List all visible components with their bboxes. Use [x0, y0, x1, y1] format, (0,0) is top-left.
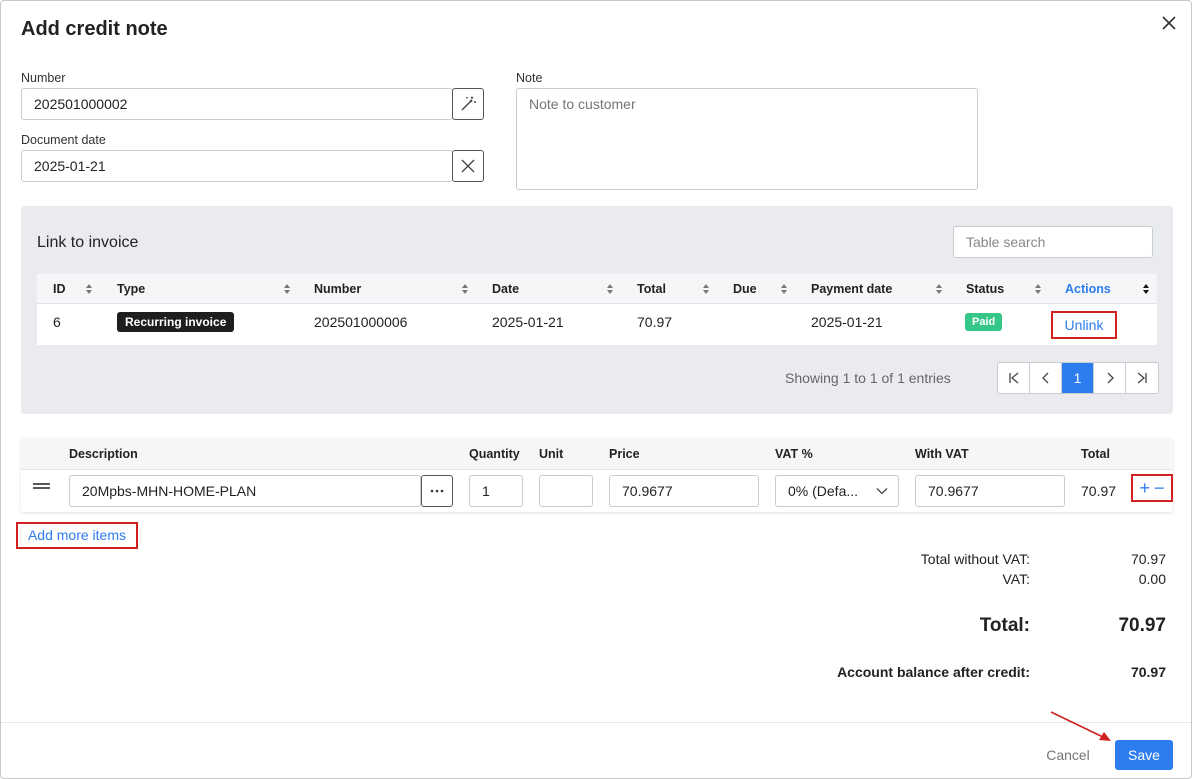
item-price-input[interactable]: 70.9677: [609, 475, 759, 507]
save-button[interactable]: Save: [1115, 740, 1173, 770]
invoice-table: ID Type Number Date Total Due Payment da…: [37, 274, 1157, 345]
add-more-items-button[interactable]: Add more items: [16, 522, 138, 549]
sort-icon[interactable]: [606, 283, 614, 295]
col-total[interactable]: Total: [637, 282, 666, 296]
col-unit: Unit: [539, 447, 564, 461]
entries-info: Showing 1 to 1 of 1 entries: [785, 370, 951, 386]
total-without-vat-label: Total without VAT:: [920, 551, 1030, 567]
item-description-input[interactable]: 20Mpbs-MHN-HOME-PLAN: [69, 475, 421, 507]
balance-value: 70.97: [1130, 664, 1166, 680]
col-number[interactable]: Number: [314, 282, 361, 296]
note-textarea[interactable]: [516, 88, 978, 190]
row-date: 2025-01-21: [492, 314, 564, 330]
col-actions[interactable]: Actions: [1065, 282, 1111, 296]
prev-page-button[interactable]: [1030, 363, 1062, 393]
item-unit-input[interactable]: [539, 475, 593, 507]
document-date-input[interactable]: 2025-01-21: [21, 150, 453, 182]
add-credit-note-dialog: Add credit note Number 202501000002 Docu…: [0, 0, 1192, 779]
row-payment-date: 2025-01-21: [811, 314, 883, 330]
footer-divider: [1, 722, 1191, 723]
total-label: Total:: [979, 615, 1030, 636]
col-status[interactable]: Status: [966, 282, 1004, 296]
col-due[interactable]: Due: [733, 282, 757, 296]
chevron-right-icon: [1107, 372, 1114, 384]
pagination: 1: [997, 362, 1159, 394]
vat-label: VAT:: [1002, 571, 1031, 587]
type-badge: Recurring invoice: [117, 312, 235, 332]
col-id[interactable]: ID: [53, 282, 66, 296]
chevron-left-icon: [1041, 372, 1048, 384]
col-vat: VAT %: [775, 447, 813, 461]
first-page-button[interactable]: [998, 363, 1030, 393]
generate-number-button[interactable]: [452, 88, 484, 120]
row-number: 202501000006: [314, 314, 408, 330]
balance-label: Account balance after credit:: [837, 664, 1030, 680]
invoice-table-header: ID Type Number Date Total Due Payment da…: [37, 274, 1157, 304]
drag-handle-icon[interactable]: [33, 482, 50, 490]
status-badge: Paid: [965, 313, 1003, 331]
next-page-button[interactable]: [1094, 363, 1126, 393]
sort-icon[interactable]: [283, 283, 291, 295]
chevron-down-icon: [876, 488, 888, 495]
items-table-header: Description Quantity Unit Price VAT % Wi…: [21, 438, 1173, 470]
sort-icon[interactable]: [461, 283, 469, 295]
sort-icon[interactable]: [1034, 283, 1042, 295]
last-page-button[interactable]: [1126, 363, 1158, 393]
items-table: Description Quantity Unit Price VAT % Wi…: [21, 438, 1173, 512]
item-options-button[interactable]: [421, 475, 453, 507]
more-dots-icon: [430, 489, 444, 493]
col-payment-date[interactable]: Payment date: [811, 282, 892, 296]
number-input[interactable]: 202501000002: [21, 88, 453, 120]
total-value: 70.97: [1118, 615, 1166, 636]
col-with-vat: With VAT: [915, 447, 969, 461]
row-total: 70.97: [637, 314, 673, 330]
col-description: Description: [69, 447, 138, 461]
row-id: 6: [53, 314, 61, 330]
vat-value: 0.00: [1138, 571, 1166, 587]
close-icon[interactable]: [1159, 13, 1179, 33]
cancel-button[interactable]: Cancel: [1035, 740, 1101, 770]
page-button-1[interactable]: 1: [1062, 363, 1094, 393]
sort-icon[interactable]: [935, 283, 943, 295]
plus-icon[interactable]: +: [1139, 479, 1150, 497]
unlink-button[interactable]: Unlink: [1051, 311, 1117, 339]
last-page-icon: [1137, 372, 1147, 384]
item-vat-select[interactable]: 0% (Defa...: [775, 475, 899, 507]
sort-icon[interactable]: [85, 283, 93, 295]
sort-icon[interactable]: [1142, 283, 1150, 295]
table-search-input[interactable]: [953, 226, 1153, 258]
item-quantity-input[interactable]: 1: [469, 475, 523, 507]
item-total: 70.97: [1081, 483, 1117, 499]
minus-icon[interactable]: −: [1154, 479, 1165, 497]
add-remove-row-controls: + −: [1131, 474, 1173, 502]
sort-icon[interactable]: [702, 283, 710, 295]
col-type[interactable]: Type: [117, 282, 145, 296]
first-page-icon: [1008, 372, 1018, 384]
total-without-vat-value: 70.97: [1130, 551, 1166, 567]
col-quantity: Quantity: [469, 447, 520, 461]
note-label: Note: [516, 71, 543, 85]
sort-icon[interactable]: [780, 283, 788, 295]
link-to-invoice-title: Link to invoice: [37, 234, 139, 251]
link-to-invoice-panel: Link to invoice ID Type Number Date Tota…: [21, 206, 1173, 414]
document-date-label: Document date: [21, 133, 106, 147]
clear-date-button[interactable]: [452, 150, 484, 182]
clear-icon: [461, 159, 475, 173]
col-date[interactable]: Date: [492, 282, 519, 296]
dialog-title: Add credit note: [21, 18, 168, 40]
col-price: Price: [609, 447, 640, 461]
number-label: Number: [21, 71, 66, 85]
vat-select-value: 0% (Defa...: [788, 483, 859, 499]
magic-wand-icon: [461, 96, 476, 111]
item-with-vat-input[interactable]: 70.9677: [915, 475, 1065, 507]
col-item-total: Total: [1081, 447, 1110, 461]
